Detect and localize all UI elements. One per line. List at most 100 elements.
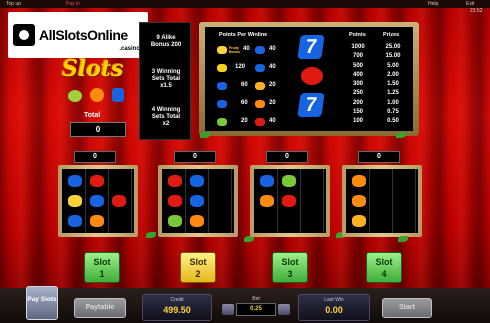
slot-button-label: Slot: [375, 257, 393, 267]
cherry-icon: [168, 175, 182, 187]
lemon-icon: [255, 46, 265, 54]
rule-text: x1.5: [160, 83, 172, 89]
exit-link[interactable]: Exit: [466, 0, 474, 8]
prizes-column: 25.00 15.00 5.00 2.00 1.50 1.25 1.00 0.7…: [377, 43, 409, 127]
total-label: Total: [84, 112, 101, 119]
paytable: Points Per Winline Points Prizes Fruity …: [205, 27, 413, 131]
total-value: 0: [70, 122, 126, 137]
prize-value: 15.00: [385, 53, 401, 60]
credit-value: 499.50: [163, 305, 191, 315]
slot-2-button[interactable]: Slot 2: [180, 252, 216, 283]
orange-icon: [260, 195, 274, 207]
points-value: 200: [352, 99, 363, 106]
grape-icon: [217, 118, 227, 126]
paytable-header-points: Points: [349, 32, 366, 38]
watermark-icon: [13, 24, 35, 46]
blue-seven-icon: [68, 175, 82, 187]
win-value: 20: [241, 118, 248, 124]
slot-button-label: Slot: [189, 257, 207, 267]
cherry-icon: [301, 67, 323, 85]
rule-text: 9 Alike: [156, 35, 176, 41]
cherry-icon: [112, 195, 126, 207]
bet-label: Bet: [252, 296, 260, 302]
prize-value: 25.00: [385, 44, 401, 50]
slot-button-number: 2: [195, 269, 201, 279]
strawberry-icon: [255, 118, 265, 126]
prize-value: 0.75: [387, 109, 399, 116]
blue-seven-icon: 7: [297, 35, 325, 59]
leaf-decoration: [398, 236, 408, 242]
rule-text: Sets Total: [151, 114, 181, 120]
blue-seven-icon: [190, 195, 204, 207]
blue-seven-icon: [217, 100, 227, 108]
orange-icon: [255, 64, 265, 72]
pay-in-link[interactable]: Pay in: [66, 0, 80, 8]
points-value: 150: [352, 109, 363, 116]
points-value: 250: [352, 90, 363, 97]
prize-value: 2.00: [387, 71, 399, 78]
top-bar: Top up Pay in Help Exit: [0, 0, 490, 8]
top-up-link[interactable]: Top up: [6, 0, 21, 8]
help-link[interactable]: Help: [428, 0, 438, 8]
blue-seven-icon: [190, 175, 204, 187]
orange-icon: [255, 100, 265, 108]
bonus-rules-panel: 9 Alike Bonus 200 3 Winning Sets Total x…: [139, 22, 191, 140]
lemon-icon: [68, 90, 82, 102]
prize-value: 1.25: [387, 90, 399, 97]
points-value: 300: [352, 81, 363, 88]
slot-1-reels: [58, 165, 138, 237]
blue-seven-icon: [260, 175, 274, 187]
rule-text: Sets Total: [151, 76, 181, 82]
strawberry-icon: [90, 175, 104, 187]
bonus-icon: [68, 195, 82, 207]
paytable-header-prizes: Prizes: [383, 32, 400, 38]
credit-label: Credit: [170, 297, 184, 303]
bet-value: 0.25: [236, 303, 276, 316]
slot-4-reels: [342, 165, 422, 237]
points-value: 1000: [351, 44, 365, 50]
credit-display: Credit 499.50: [142, 294, 212, 321]
strawberry-icon: [282, 195, 296, 207]
slot-2-count: 0: [174, 151, 216, 163]
blue-seven-icon: [112, 88, 124, 102]
points-value: 500: [352, 62, 363, 69]
slot-button-number: 1: [99, 269, 105, 279]
slot-1-button[interactable]: Slot 1: [84, 252, 120, 283]
game-stage: Top up Pay in Help Exit 23:52 AllSlotsOn…: [0, 0, 490, 323]
strawberry-icon: [168, 195, 182, 207]
prize-value: 1.50: [387, 81, 399, 88]
points-value: 400: [352, 71, 363, 78]
watermark-logo: AllSlotsOnline .casino: [8, 12, 148, 58]
bet-decrease-button[interactable]: [222, 304, 234, 315]
bet-increase-button[interactable]: [278, 304, 290, 315]
paytable-button[interactable]: Paytable: [74, 298, 126, 318]
win-value: 40: [269, 118, 276, 124]
clock: 23:52: [470, 8, 483, 14]
slot-button-label: Slot: [93, 257, 111, 267]
rule-text: 4 Winning: [151, 107, 181, 113]
slot-3-button[interactable]: Slot 3: [272, 252, 308, 283]
leaf-decoration: [146, 232, 156, 238]
paytable-header-winline: Points Per Winline: [219, 32, 268, 38]
orange-icon: [190, 215, 204, 227]
win-value: 40: [243, 46, 250, 52]
lemon-icon: [352, 215, 366, 227]
prize-value: 0.50: [387, 118, 399, 125]
slot-button-number: 3: [287, 269, 293, 279]
start-button[interactable]: Start: [382, 298, 432, 318]
points-column: 1000 700 500 400 300 250 200 150 100: [343, 43, 373, 127]
bonus-icon: [217, 46, 227, 54]
slot-2-reels: [158, 165, 238, 237]
rule-text: Bonus 200: [150, 42, 182, 48]
pay-slots-button[interactable]: Pay Slots: [26, 286, 58, 320]
slot-4-button[interactable]: Slot 4: [366, 252, 402, 283]
orange-icon: [90, 215, 104, 227]
leaf-decoration: [200, 132, 210, 138]
last-win-display: Last Win 0.00: [298, 294, 370, 321]
points-value: 100: [352, 118, 363, 125]
win-value: 40: [269, 64, 276, 70]
rule-text: x2: [162, 121, 170, 127]
orange-icon: [352, 195, 366, 207]
blue-seven-icon: [68, 215, 82, 227]
slot-3-reels: [250, 165, 330, 237]
